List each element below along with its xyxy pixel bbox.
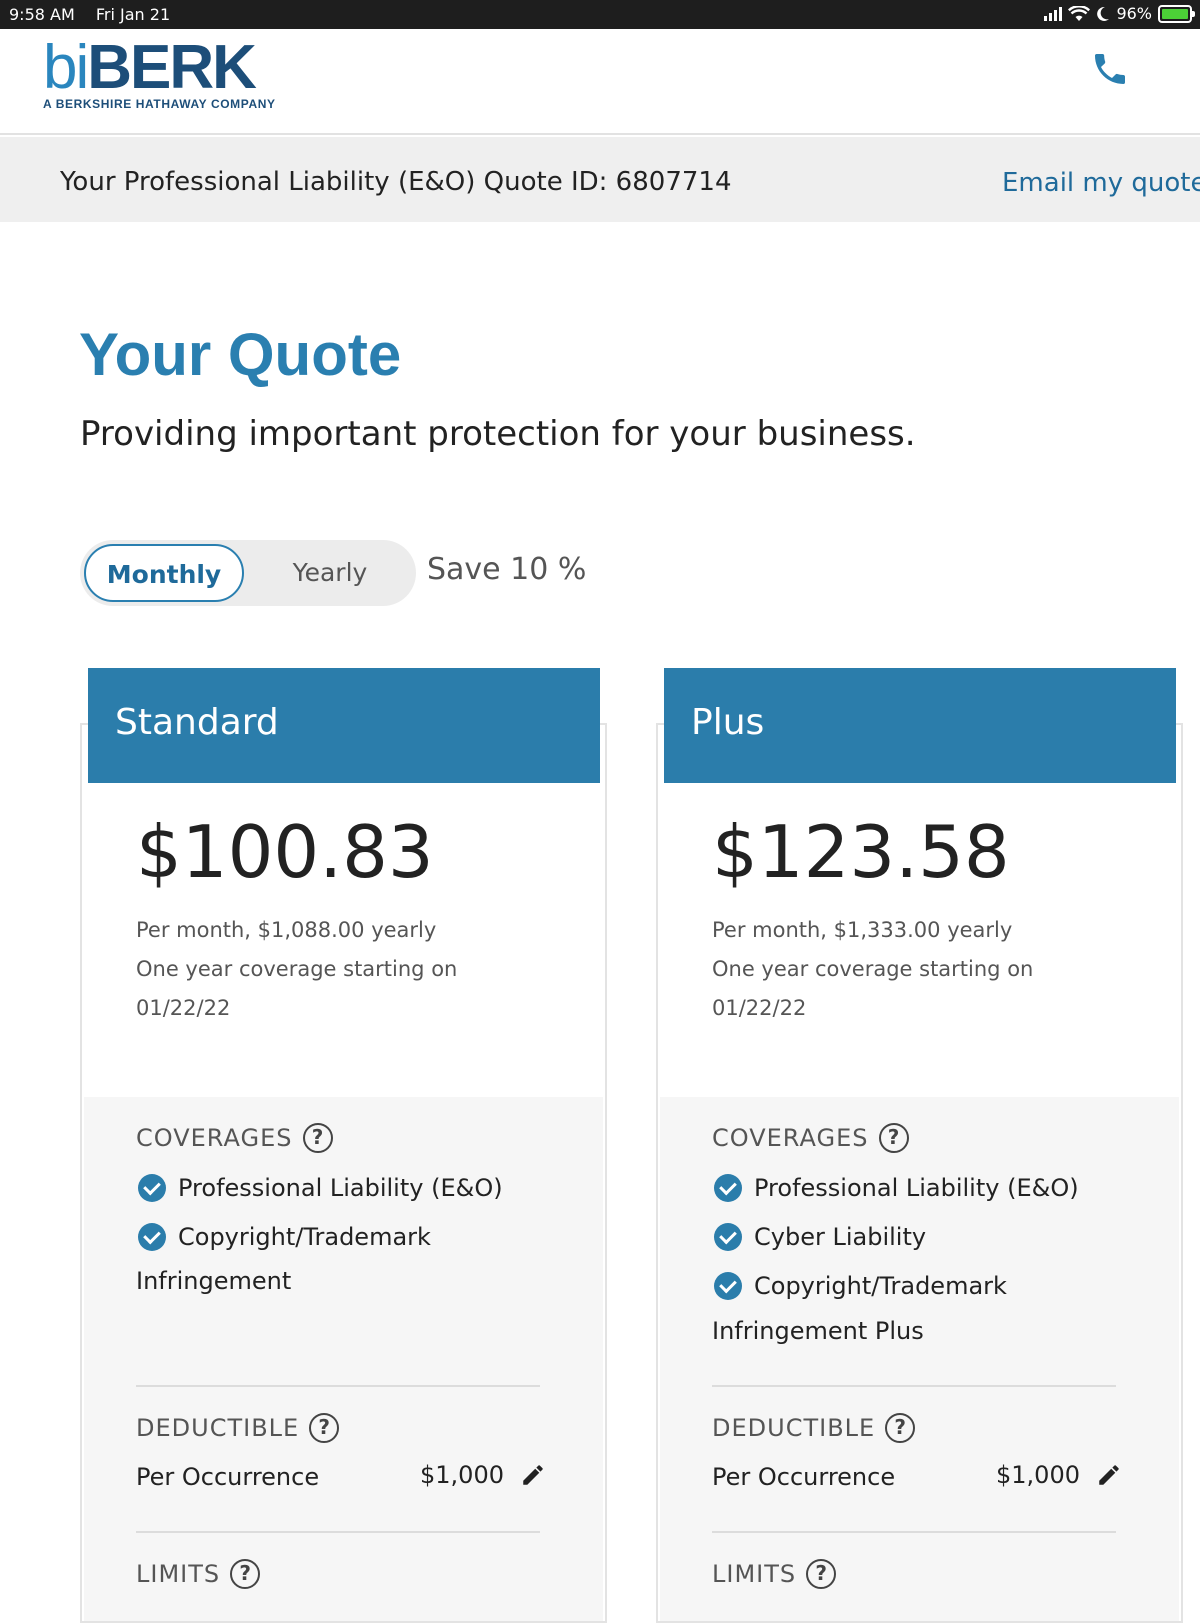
plan-header-standard: Standard [88, 668, 600, 783]
plan-coverage-line: One year coverage starting on [136, 957, 458, 981]
check-icon [714, 1223, 742, 1251]
coverage-item: Copyright/Trademark [714, 1272, 1007, 1300]
coverage-name: Professional Liability (E&O) [178, 1174, 503, 1202]
plan-start-date: 01/22/22 [712, 996, 807, 1020]
deductible-label: DEDUCTIBLE [712, 1414, 876, 1442]
toggle-monthly[interactable]: Monthly [84, 544, 244, 602]
plan-header-plus: Plus [664, 668, 1176, 783]
plan-price-detail: Per month, $1,088.00 yearly [136, 918, 437, 942]
check-icon [714, 1174, 742, 1202]
help-icon[interactable]: ? [309, 1413, 340, 1443]
page-subtitle: Providing important protection for your … [80, 414, 916, 454]
check-icon [714, 1272, 742, 1300]
help-icon[interactable]: ? [806, 1559, 837, 1589]
plan-price: $123.58 [712, 810, 1010, 894]
coverage-name: Copyright/Trademark [754, 1272, 1007, 1300]
help-icon[interactable]: ? [230, 1559, 261, 1589]
plan-price-detail: Per month, $1,333.00 yearly [712, 918, 1013, 942]
coverage-name: Copyright/Trademark [178, 1223, 431, 1251]
deductible-label: DEDUCTIBLE [136, 1414, 300, 1442]
divider [712, 1531, 1116, 1533]
battery-icon [1158, 4, 1195, 23]
coverages-heading: COVERAGES ? [136, 1123, 333, 1153]
cellular-signal-icon [1044, 6, 1063, 21]
limits-heading: LIMITS ? [712, 1559, 837, 1589]
edit-pencil-icon[interactable] [520, 1462, 546, 1488]
save-percent-label: Save 10 % [427, 552, 587, 587]
check-icon [138, 1223, 166, 1251]
deductible-type: Per Occurrence [136, 1463, 320, 1491]
coverage-item: Cyber Liability [714, 1223, 926, 1251]
status-time: 9:58 AM [9, 5, 75, 24]
edit-pencil-icon[interactable] [1096, 1462, 1122, 1488]
status-bar: 9:58 AM Fri Jan 21 96% [0, 0, 1200, 29]
coverage-name-continued: Infringement Plus [712, 1317, 924, 1345]
coverages-heading: COVERAGES ? [712, 1123, 909, 1153]
plan-name: Plus [691, 702, 765, 743]
plan-price: $100.83 [136, 810, 434, 894]
coverage-name: Professional Liability (E&O) [754, 1174, 1079, 1202]
plan-coverage-line: One year coverage starting on [712, 957, 1034, 981]
coverage-item: Professional Liability (E&O) [714, 1174, 1079, 1202]
logo-bi: bi [43, 33, 89, 102]
battery-percent: 96% [1116, 4, 1152, 23]
limits-label: LIMITS [712, 1560, 797, 1588]
logo-berk: BERK [87, 33, 257, 102]
help-icon[interactable]: ? [878, 1123, 909, 1153]
billing-frequency-toggle[interactable]: Monthly Yearly [80, 540, 416, 606]
deductible-heading: DEDUCTIBLE ? [712, 1413, 916, 1443]
email-my-quote-link[interactable]: Email my quote [1002, 168, 1200, 198]
deductible-heading: DEDUCTIBLE ? [136, 1413, 340, 1443]
plan-card-plus[interactable]: $123.58 Per month, $1,333.00 yearly One … [656, 723, 1183, 1623]
plan-start-date: 01/22/22 [136, 996, 231, 1020]
logo-tagline: A BERKSHIRE HATHAWAY COMPANY [43, 97, 276, 111]
quote-id-bar: Your Professional Liability (E&O) Quote … [0, 137, 1200, 222]
deductible-value: $1,000 [420, 1461, 546, 1489]
page-title: Your Quote [79, 321, 402, 388]
coverage-name: Cyber Liability [754, 1223, 927, 1251]
coverages-label: COVERAGES [712, 1124, 869, 1152]
plan-details: COVERAGES ? Professional Liability (E&O)… [84, 1097, 603, 1621]
help-icon[interactable]: ? [302, 1123, 333, 1153]
wifi-icon [1068, 5, 1091, 21]
divider [136, 1385, 540, 1387]
deductible-type: Per Occurrence [712, 1463, 896, 1491]
quote-id-text: Your Professional Liability (E&O) Quote … [60, 167, 732, 197]
coverage-item: Copyright/Trademark [138, 1223, 431, 1251]
plan-name: Standard [115, 702, 279, 743]
help-icon[interactable]: ? [885, 1413, 916, 1443]
plan-card-standard[interactable]: $100.83 Per month, $1,088.00 yearly One … [80, 723, 607, 1623]
phone-icon[interactable] [1090, 49, 1130, 89]
limits-heading: LIMITS ? [136, 1559, 261, 1589]
status-date: Fri Jan 21 [95, 5, 171, 24]
coverage-name-continued: Infringement [136, 1267, 292, 1295]
toggle-yearly[interactable]: Yearly [250, 544, 410, 602]
check-icon [138, 1174, 166, 1202]
moon-icon [1097, 6, 1110, 21]
site-header: biBERK A BERKSHIRE HATHAWAY COMPANY [0, 29, 1200, 135]
coverages-label: COVERAGES [136, 1124, 293, 1152]
deductible-value: $1,000 [996, 1461, 1122, 1489]
deductible-amount: $1,000 [996, 1461, 1080, 1489]
deductible-amount: $1,000 [420, 1461, 504, 1489]
divider [136, 1531, 540, 1533]
biberk-logo[interactable]: biBERK A BERKSHIRE HATHAWAY COMPANY [43, 37, 276, 112]
divider [712, 1385, 1116, 1387]
limits-label: LIMITS [136, 1560, 221, 1588]
coverage-item: Professional Liability (E&O) [138, 1174, 503, 1202]
plan-details: COVERAGES ? Professional Liability (E&O)… [660, 1097, 1179, 1621]
